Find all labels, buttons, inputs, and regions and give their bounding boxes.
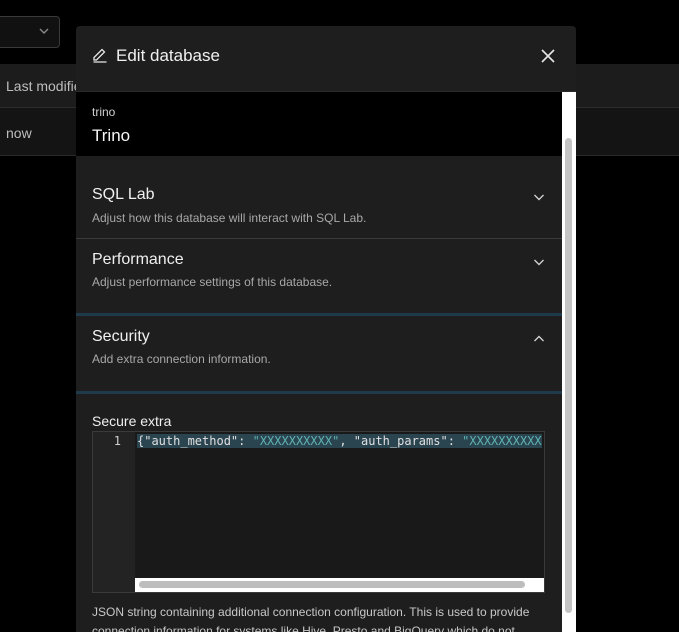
panel-title: SQL Lab <box>92 186 155 203</box>
panel-subtitle: Adjust how this database will interact w… <box>92 211 367 225</box>
database-name: Trino <box>92 126 131 145</box>
modal-vertical-scrollbar[interactable] <box>562 92 576 632</box>
secure-extra-editor[interactable]: 1 {"auth_method": "XXXXXXXXXX", "auth_pa… <box>92 431 545 593</box>
secure-extra-label: Secure extra <box>92 413 172 429</box>
panel-title: Performance <box>92 251 184 268</box>
panel-subtitle: Adjust performance settings of this data… <box>92 275 333 289</box>
panel-subtitle: Add extra connection information. <box>92 352 271 366</box>
modal-header: Edit database <box>76 26 576 92</box>
chevron-down-icon <box>39 28 49 34</box>
edit-database-modal: Edit database SQL Lab Adjust how this da… <box>76 26 576 632</box>
editor-horizontal-scrollbar[interactable] <box>135 578 544 592</box>
code-value: "XXXXXXXXXX <box>462 434 542 448</box>
modal-title: Edit database <box>116 46 220 65</box>
close-button[interactable] <box>538 46 558 66</box>
code-key: "auth_params" <box>353 434 448 448</box>
code-value: "XXXXXXXXXX" <box>252 434 340 448</box>
cell-last-modified: now <box>6 125 32 141</box>
panel-performance[interactable]: Performance Adjust performance settings … <box>76 239 562 316</box>
editor-gutter: 1 <box>93 432 135 592</box>
code-line[interactable]: {"auth_method": "XXXXXXXXXX", "auth_para… <box>137 434 542 448</box>
scrollbar-thumb[interactable] <box>565 138 572 613</box>
code-key: "auth_method" <box>144 434 239 448</box>
panel-security[interactable]: Security Add extra connection informatio… <box>76 316 562 394</box>
database-banner: trino Trino <box>76 92 562 156</box>
security-panel-body: Secure extra 1 {"auth_method": "XXXXXXXX… <box>76 394 562 632</box>
chevron-down-icon[interactable] <box>532 255 546 269</box>
modal-scroll-area[interactable]: SQL Lab Adjust how this database will in… <box>76 92 576 632</box>
scrollbar-thumb[interactable] <box>139 581 525 588</box>
line-number: 1 <box>113 434 121 448</box>
chevron-down-icon[interactable] <box>532 190 546 204</box>
panel-title: Security <box>92 328 150 345</box>
background-select[interactable] <box>0 16 60 48</box>
secure-extra-help-text: JSON string containing additional connec… <box>92 605 530 632</box>
database-engine: trino <box>92 105 116 119</box>
pencil-icon <box>93 48 107 63</box>
chevron-up-icon[interactable] <box>532 332 546 346</box>
